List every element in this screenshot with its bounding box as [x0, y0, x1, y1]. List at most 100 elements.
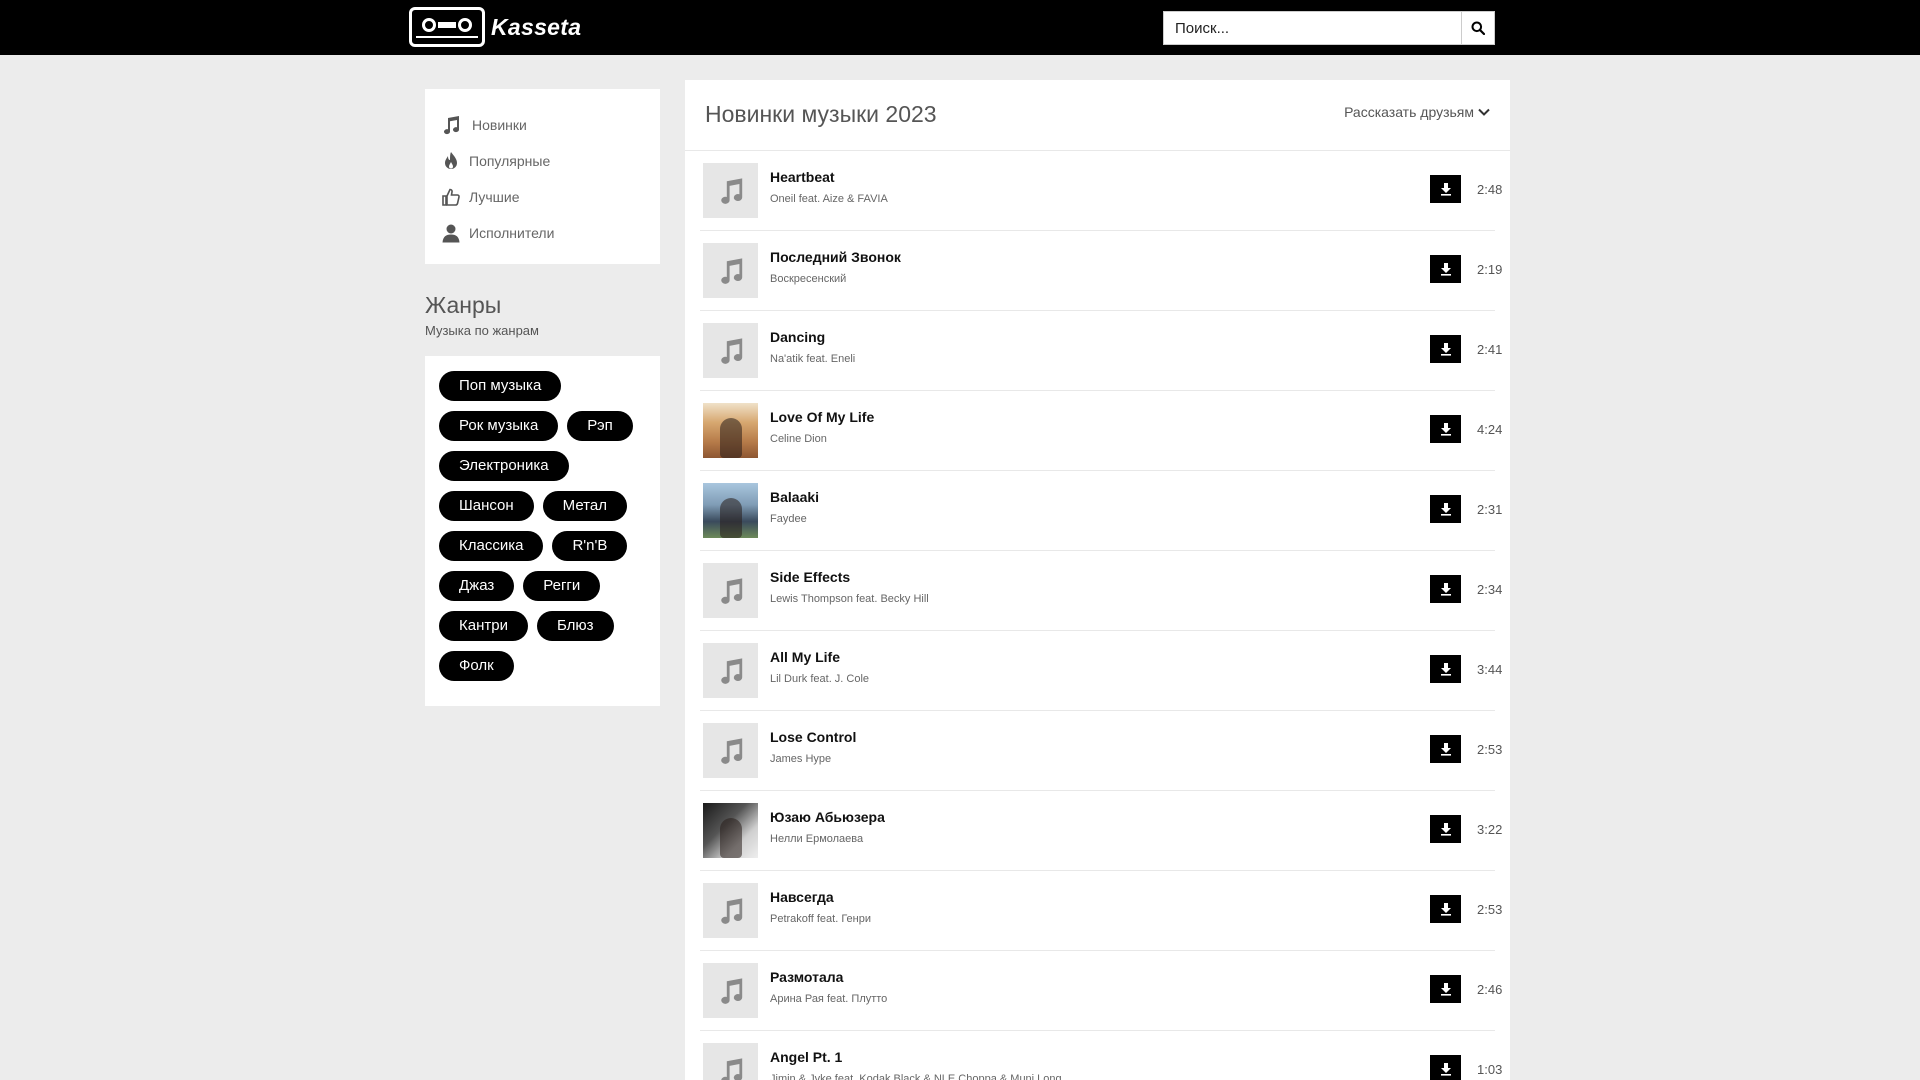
track-cover-image[interactable]	[703, 403, 758, 458]
user-icon	[439, 221, 463, 245]
genre-pill[interactable]: Рэп	[567, 411, 633, 441]
search-icon	[1471, 21, 1485, 35]
track-cover-placeholder[interactable]	[703, 163, 758, 218]
track-cover-placeholder[interactable]	[703, 563, 758, 618]
cover-photo-figure	[719, 417, 742, 458]
download-button[interactable]	[1430, 895, 1461, 923]
track-title[interactable]: Balaaki	[770, 489, 819, 505]
download-icon	[1439, 822, 1453, 836]
download-button[interactable]	[1430, 255, 1461, 283]
track-cover-image[interactable]	[703, 483, 758, 538]
cassette-icon	[409, 7, 485, 47]
track-cover-placeholder[interactable]	[703, 243, 758, 298]
track-artist[interactable]: Petrakoff feat. Генри	[770, 913, 871, 925]
site-logo[interactable]: Kasseta	[409, 6, 581, 48]
track-title[interactable]: Навсегда	[770, 889, 834, 905]
track-list: Heartbeat Oneil feat. Aize & FAVIA 2:48 Пос…	[685, 151, 1510, 1080]
track-title[interactable]: Юзаю Абьюзера	[770, 809, 885, 825]
track-duration: 2:53	[1477, 902, 1503, 917]
track-title[interactable]: Размотала	[770, 969, 843, 985]
track-row: Heartbeat Oneil feat. Aize & FAVIA 2:48	[700, 151, 1502, 231]
download-button[interactable]	[1430, 175, 1461, 203]
download-button[interactable]	[1430, 335, 1461, 363]
music-note-icon	[717, 737, 745, 765]
genre-pill[interactable]: Классика	[439, 531, 544, 561]
genre-pill[interactable]: Поп музыка	[439, 371, 562, 401]
download-button[interactable]	[1430, 975, 1461, 1003]
sidebar-item-popular[interactable]: Популярные	[439, 143, 646, 179]
download-button[interactable]	[1430, 495, 1461, 523]
genre-pill[interactable]: Фолк	[439, 651, 514, 681]
music-note-icon	[717, 657, 745, 685]
download-button[interactable]	[1430, 1055, 1461, 1080]
genre-pill[interactable]: Регги	[523, 571, 601, 601]
sidebar-item-new[interactable]: Новинки	[439, 107, 646, 143]
sidebar-item-best[interactable]: Лучшие	[439, 179, 646, 215]
track-duration: 2:53	[1477, 742, 1503, 757]
search-form	[1163, 11, 1495, 45]
track-duration: 2:19	[1477, 262, 1503, 277]
track-artist[interactable]: Lewis Thompson feat. Becky Hill	[770, 593, 929, 605]
track-row: Юзаю Абьюзера Нелли Ермолаева 3:22	[700, 791, 1502, 871]
track-cover-placeholder[interactable]	[703, 723, 758, 778]
track-duration: 2:46	[1477, 982, 1503, 997]
track-cover-placeholder[interactable]	[703, 883, 758, 938]
download-button[interactable]	[1430, 575, 1461, 603]
track-duration: 2:31	[1477, 502, 1503, 517]
share-dropdown[interactable]: Рассказать друзьям	[1344, 104, 1490, 120]
download-button[interactable]	[1430, 815, 1461, 843]
sidebar-item-artists[interactable]: Исполнители	[439, 215, 646, 251]
track-title[interactable]: Angel Pt. 1	[770, 1049, 842, 1065]
chevron-down-icon	[1478, 107, 1490, 117]
search-input[interactable]	[1163, 11, 1461, 45]
genre-pill[interactable]: Кантри	[439, 611, 528, 641]
track-artist[interactable]: Lil Durk feat. J. Cole	[770, 673, 869, 685]
music-note-icon	[717, 337, 745, 365]
logo-text: Kasseta	[491, 13, 582, 40]
genre-pill[interactable]: Шансон	[439, 491, 534, 521]
track-cover-placeholder[interactable]	[703, 323, 758, 378]
download-icon	[1439, 502, 1453, 516]
track-title[interactable]: Love Of My Life	[770, 409, 874, 425]
genre-pill[interactable]: Электроника	[439, 451, 569, 481]
track-artist[interactable]: Na'atik feat. Eneli	[770, 353, 855, 365]
download-button[interactable]	[1430, 415, 1461, 443]
download-icon	[1439, 982, 1453, 996]
track-row: Angel Pt. 1 Jimin & Jvke feat. Kodak Blac…	[700, 1031, 1502, 1080]
download-icon	[1439, 422, 1453, 436]
music-note-icon	[717, 897, 745, 925]
genre-pill[interactable]: Рок музыка	[439, 411, 559, 441]
page-title: Новинки музыки 2023	[705, 101, 937, 127]
track-title[interactable]: Lose Control	[770, 729, 856, 745]
track-artist[interactable]: Oneil feat. Aize & FAVIA	[770, 193, 888, 205]
cover-photo-figure	[719, 817, 742, 858]
track-title[interactable]: All My Life	[770, 649, 840, 665]
sidebar-item-label: Лучшие	[469, 189, 520, 205]
track-title[interactable]: Heartbeat	[770, 169, 835, 185]
track-artist[interactable]: Воскресенский	[770, 273, 846, 285]
track-cover-placeholder[interactable]	[703, 963, 758, 1018]
track-artist[interactable]: Celine Dion	[770, 433, 827, 445]
genres-title: Жанры	[425, 292, 502, 318]
track-artist[interactable]: Арина Рая feat. Плутто	[770, 993, 887, 1005]
track-title[interactable]: Side Effects	[770, 569, 850, 585]
track-row: Последний Звонок Воскресенский 2:19	[700, 231, 1502, 311]
track-cover-placeholder[interactable]	[703, 1043, 758, 1080]
genre-pill[interactable]: R'n'B	[552, 531, 628, 561]
track-artist[interactable]: James Hype	[770, 753, 831, 765]
download-button[interactable]	[1430, 735, 1461, 763]
genre-pill[interactable]: Джаз	[439, 571, 515, 601]
track-title[interactable]: Dancing	[770, 329, 825, 345]
sidebar-nav: Новинки Популярные Лучшие Исполнители	[425, 89, 660, 264]
search-button[interactable]	[1461, 11, 1495, 45]
track-title[interactable]: Последний Звонок	[770, 249, 901, 265]
genre-pill[interactable]: Блюз	[536, 611, 614, 641]
track-artist[interactable]: Нелли Ермолаева	[770, 833, 863, 845]
track-artist[interactable]: Faydee	[770, 513, 807, 525]
track-artist[interactable]: Jimin & Jvke feat. Kodak Black & NLE Cho…	[770, 1073, 1062, 1080]
track-cover-image[interactable]	[703, 803, 758, 858]
genre-pill[interactable]: Метал	[542, 491, 627, 521]
track-duration: 2:41	[1477, 342, 1503, 357]
track-cover-placeholder[interactable]	[703, 643, 758, 698]
download-button[interactable]	[1430, 655, 1461, 683]
